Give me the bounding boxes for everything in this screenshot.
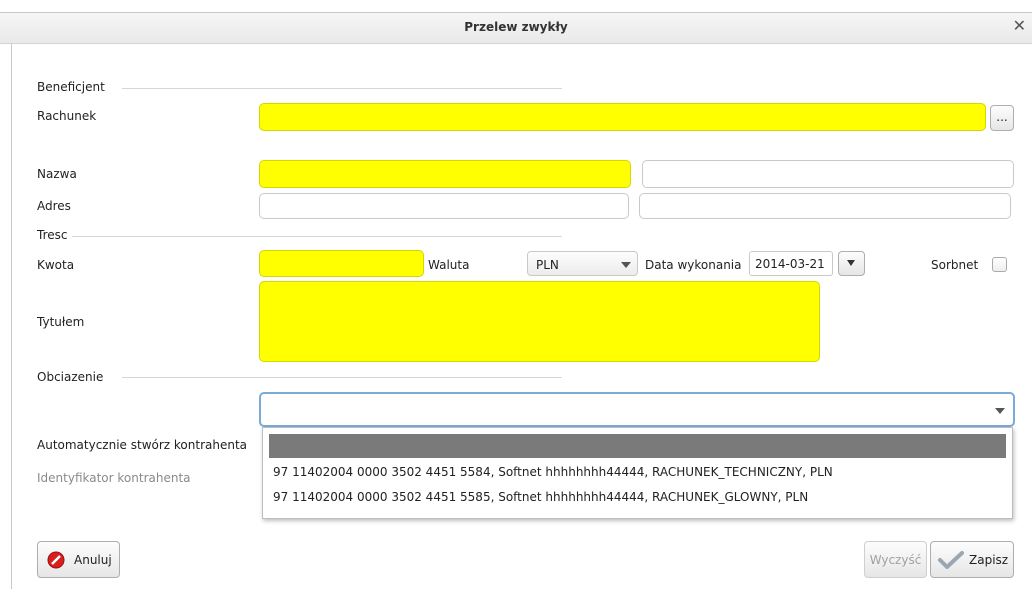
adres-label: Adres [37,199,71,213]
sorbnet-label: Sorbnet [931,258,979,272]
waluta-label: Waluta [428,258,470,272]
date-input[interactable]: 2014-03-21 [749,251,833,276]
close-icon[interactable]: ✕ [1013,18,1026,34]
window-border [11,12,12,589]
section-divider [122,88,562,89]
rachunek-label: Rachunek [37,109,97,123]
section-beneficjent: Beneficjent [37,80,105,94]
chevron-down-icon [995,408,1005,414]
save-button[interactable]: Zapisz [930,541,1014,578]
adres-input-2[interactable] [639,193,1011,219]
waluta-value: PLN [536,258,559,272]
date-value: 2014-03-21 [755,257,825,271]
transfer-dialog: Przelew zwykły ✕ Beneficjent Rachunek ..… [0,0,1032,589]
check-icon [938,551,964,569]
nazwa-label: Nazwa [37,167,77,181]
clear-label: Wyczyść [869,553,922,567]
waluta-select[interactable]: PLN [527,251,638,276]
cancel-button[interactable]: Anuluj [37,541,120,578]
section-tresc: Tresc [37,228,68,242]
account-dropdown-list: 97 11402004 0000 3502 4451 5584, Softnet… [262,427,1013,519]
auto-create-contractor-label: Automatycznie stwórz kontrahenta [37,438,248,452]
rachunek-input[interactable] [259,103,986,131]
section-divider [72,236,562,237]
dropdown-option-empty[interactable] [269,434,1006,458]
cancel-label: Anuluj [74,553,112,567]
tytulem-textarea[interactable] [259,281,820,362]
nazwa-input[interactable] [259,160,631,188]
nazwa-input-2[interactable] [642,160,1014,188]
title-bar: Przelew zwykły ✕ [0,12,1032,44]
section-obciazenie: Obciazenie [37,370,104,384]
browse-account-button[interactable]: ... [990,105,1014,131]
save-label: Zapisz [969,553,1009,567]
sorbnet-checkbox[interactable] [992,257,1007,272]
window-title: Przelew zwykły [464,20,568,34]
chevron-down-icon [847,260,855,266]
data-wykonania-label: Data wykonania [645,258,742,272]
cancel-icon [47,551,65,569]
dropdown-option-main-account[interactable]: 97 11402004 0000 3502 4451 5585, Softnet… [273,490,808,504]
tytulem-label: Tytułem [37,315,85,329]
kwota-input[interactable] [259,250,424,277]
contractor-id-label: Identyfikator kontrahenta [37,471,191,485]
date-picker-button[interactable] [838,251,865,276]
obciazenie-account-combo[interactable] [259,392,1015,427]
clear-button[interactable]: Wyczyść [864,541,927,578]
kwota-label: Kwota [37,258,75,272]
section-divider [122,377,562,378]
dropdown-option-technical-account[interactable]: 97 11402004 0000 3502 4451 5584, Softnet… [273,465,833,479]
chevron-down-icon [621,262,631,268]
adres-input[interactable] [259,193,629,219]
